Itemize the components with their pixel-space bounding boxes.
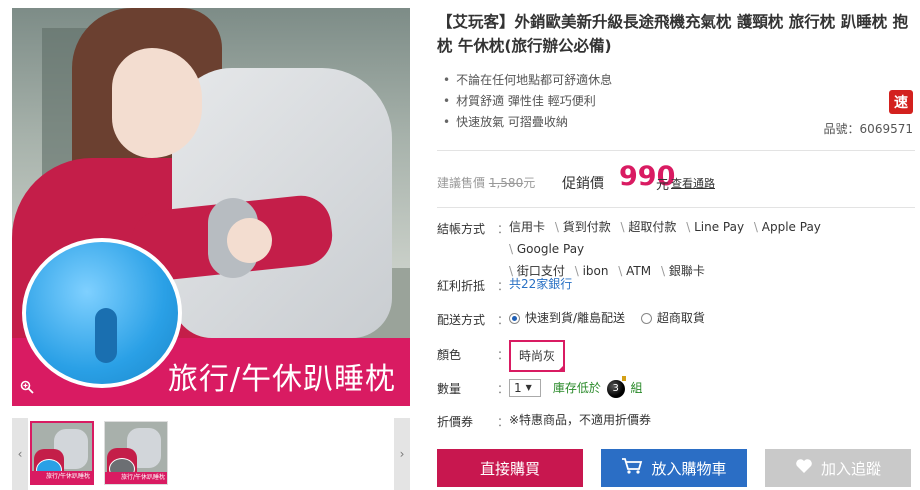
banner-text: 旅行/午休趴睡枕 bbox=[167, 362, 396, 397]
buy-now-button[interactable]: 直接購買 bbox=[437, 449, 583, 487]
shipping-label: 配送方式 bbox=[437, 313, 486, 327]
thumb-prev-button[interactable]: ‹ bbox=[12, 418, 28, 490]
sale-price-label: 促銷價 bbox=[562, 176, 604, 192]
action-buttons: 直接購買 放入購物車 加入追蹤 bbox=[437, 449, 915, 487]
divider bbox=[437, 150, 915, 151]
feature-item: 材質舒適 彈性佳 輕巧便利 bbox=[443, 91, 915, 112]
pay-method: Line Pay bbox=[686, 216, 744, 238]
coupon-value: ※特惠商品，不適用折價券 bbox=[509, 413, 652, 427]
shipping-options: 快速到貨/離島配送 超商取貨 bbox=[509, 311, 909, 327]
coupon-label: 折價券 bbox=[437, 415, 474, 429]
shipping-option-store[interactable]: 超商取貨 bbox=[640, 311, 705, 325]
radio-label: 超商取貨 bbox=[656, 311, 705, 325]
stock-unit: 組 bbox=[630, 381, 643, 395]
divider bbox=[437, 207, 915, 208]
product-gallery: 旅行/午休趴睡枕 ‹ 旅行/午休趴睡枕 旅行/午休趴睡枕 › bbox=[12, 8, 410, 490]
channel-link[interactable]: 查看通路 bbox=[671, 175, 715, 191]
list-price-label: 建議售價 bbox=[437, 176, 486, 190]
stock-text: 庫存低於 bbox=[552, 381, 601, 395]
pay-method: 貨到付款 bbox=[555, 216, 611, 238]
model-face bbox=[112, 48, 202, 158]
list-price: 1,580 bbox=[488, 176, 524, 190]
thumb-banner: 旅行/午休趴睡枕 bbox=[32, 471, 92, 483]
thumbnail-strip: ‹ 旅行/午休趴睡枕 旅行/午休趴睡枕 › bbox=[12, 418, 410, 490]
fast-delivery-badge: 速 bbox=[889, 90, 913, 114]
reward-banks-link[interactable]: 共22家銀行 bbox=[509, 277, 909, 291]
list-price-block: 建議售價 1,580元 bbox=[437, 174, 535, 191]
color-options: 時尚灰 bbox=[509, 340, 909, 372]
thumbnail-2[interactable]: 旅行/午休趴睡枕 bbox=[104, 421, 168, 485]
color-label: 顏色 bbox=[437, 348, 462, 362]
quantity-select[interactable]: 1 ▼ bbox=[509, 379, 541, 397]
bomb-icon: 3 bbox=[606, 375, 626, 398]
product-sku: 品號：6069571 bbox=[823, 122, 913, 136]
radio-label: 快速到貨/離島配送 bbox=[525, 311, 626, 325]
color-option-grey[interactable]: 時尚灰 bbox=[509, 340, 566, 372]
quantity-value: 1 bbox=[514, 381, 522, 395]
product-title: 【艾玩客】外銷歐美新升級長途飛機充氣枕 護頸枕 旅行枕 趴睡枕 抱枕 午休枕(旅… bbox=[437, 13, 909, 55]
pay-method: Google Pay bbox=[509, 238, 584, 260]
add-to-wishlist-button[interactable]: 加入追蹤 bbox=[765, 449, 911, 487]
colon: ： bbox=[497, 348, 510, 362]
checkout-methods: 信用卡 貨到付款 超取付款 Line Pay Apple Pay Google … bbox=[509, 216, 909, 282]
product-info: 【艾玩客】外銷歐美新升級長途飛機充氣枕 護頸枕 旅行枕 趴睡枕 抱枕 午休枕(旅… bbox=[437, 10, 915, 487]
add-to-cart-label: 放入購物車 bbox=[651, 459, 727, 478]
sale-price-unit: 元 bbox=[656, 178, 670, 193]
quantity-controls: 1 ▼ 庫存低於 3 組 bbox=[509, 375, 909, 398]
price-row: 建議售價 1,580元 促銷價 990 元 查看通路 bbox=[437, 160, 915, 200]
radio-dot bbox=[509, 312, 520, 324]
pay-method: 信用卡 bbox=[509, 220, 546, 234]
thumbnail-1[interactable]: 旅行/午休趴睡枕 bbox=[30, 421, 94, 485]
thumb-banner: 旅行/午休趴睡枕 bbox=[105, 472, 167, 484]
main-product-image[interactable]: 旅行/午休趴睡枕 bbox=[12, 8, 410, 406]
buy-now-label: 直接購買 bbox=[479, 459, 540, 478]
chevron-down-icon: ▼ bbox=[525, 383, 532, 392]
colon: ： bbox=[497, 382, 510, 396]
heart-icon bbox=[795, 458, 813, 478]
colon: ： bbox=[497, 222, 510, 236]
reward-label: 紅利折抵 bbox=[437, 279, 486, 293]
thumb-next-button[interactable]: › bbox=[394, 418, 410, 490]
add-to-wishlist-label: 加入追蹤 bbox=[820, 459, 881, 478]
magnifier-icon[interactable] bbox=[20, 380, 36, 396]
model-hand bbox=[227, 218, 272, 263]
cart-icon bbox=[621, 457, 643, 479]
quantity-label: 數量 bbox=[437, 382, 462, 396]
shipping-option-fast[interactable]: 快速到貨/離島配送 bbox=[509, 311, 625, 325]
feature-item: 不論在任何地點都可舒適休息 bbox=[443, 70, 915, 91]
checkout-label: 結帳方式 bbox=[437, 222, 486, 236]
colon: ： bbox=[497, 279, 510, 293]
colon: ： bbox=[497, 313, 510, 327]
blue-pillow-hole bbox=[95, 308, 117, 363]
radio-dot bbox=[640, 312, 652, 324]
pay-method: Apple Pay bbox=[754, 216, 821, 238]
pay-method: 超取付款 bbox=[621, 216, 676, 238]
add-to-cart-button[interactable]: 放入購物車 bbox=[601, 449, 747, 487]
list-price-unit: 元 bbox=[523, 176, 536, 190]
colon: ： bbox=[497, 415, 510, 429]
